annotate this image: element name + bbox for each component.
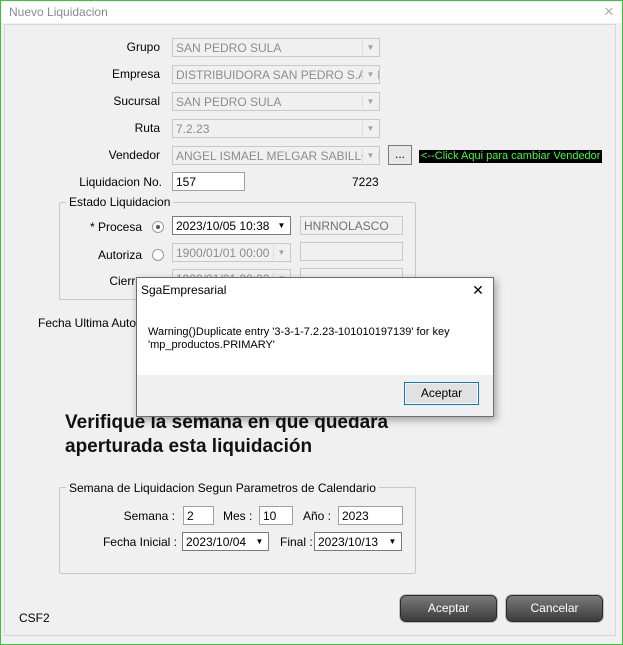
chevron-down-icon: ▼ [362, 121, 378, 136]
anio-label: Año : [303, 509, 332, 523]
procesa-date-value: 2023/10/05 10:38 [176, 219, 270, 233]
mes-field[interactable]: 10 [259, 506, 293, 525]
form-code: CSF2 [19, 611, 50, 625]
autoriza-user[interactable] [300, 242, 403, 261]
dialog-message-line-1: Warning()Duplicate entry '3-3-1-7.2.23-1… [148, 326, 450, 338]
chevron-down-icon: ▼ [362, 40, 378, 55]
sucursal-value: SAN PEDRO SULA [176, 95, 282, 109]
autoriza-date[interactable]: 1900/01/01 00:00 ▼ [172, 243, 291, 262]
chevron-down-icon: ▼ [362, 67, 378, 82]
anio-field[interactable]: 2023 [338, 506, 403, 525]
semana-group-title: Semana de Liquidacion Segun Parametros d… [66, 481, 379, 495]
autoriza-radio[interactable] [152, 249, 164, 261]
cancel-button[interactable]: Cancelar [506, 595, 603, 622]
dialog-message-line-2: 'mp_productos.PRIMARY' [148, 339, 275, 351]
error-dialog: SgaEmpresarial ✕ Warning()Duplicate entr… [136, 277, 494, 417]
final-value: 2023/10/13 [318, 535, 379, 549]
vendedor-browse-button[interactable]: ... [388, 145, 412, 165]
chevron-down-icon: ▼ [362, 148, 378, 163]
grupo-select[interactable]: SAN PEDRO SULA ▼ [172, 38, 380, 57]
procesa-user[interactable]: HNRNOLASCO [300, 216, 403, 235]
procesa-radio[interactable] [152, 221, 164, 233]
grupo-label: Grupo [126, 40, 160, 54]
vendedor-hint[interactable]: <--Click Aqui para cambiar Vendedor [419, 150, 603, 163]
dialog-message: Warning()Duplicate entry '3-3-1-7.2.23-1… [148, 326, 450, 352]
chevron-down-icon: ▼ [384, 534, 400, 549]
semana-group [59, 487, 416, 574]
liquidacion-field[interactable]: 157 [172, 172, 245, 191]
procesa-date[interactable]: 2023/10/05 10:38 ▼ [172, 216, 291, 235]
autoriza-date-value: 1900/01/01 00:00 [176, 246, 270, 260]
empresa-label: Empresa [111, 67, 160, 81]
dialog-close-icon[interactable]: ✕ [467, 280, 489, 300]
vendedor-label: Vendedor [108, 148, 160, 162]
dialog-accept-button[interactable]: Aceptar [404, 382, 479, 405]
fecha-inicial-picker[interactable]: 2023/10/04 ▼ [182, 532, 269, 551]
semana-label: Semana : [123, 509, 175, 523]
liquidacion-number: 7223 [352, 175, 379, 189]
semana-field[interactable]: 2 [183, 506, 214, 525]
dialog-title: SgaEmpresarial [141, 283, 227, 297]
empresa-value: DISTRIBUIDORA SAN PEDRO S.A DE [176, 68, 380, 82]
warning-heading: Verifique la semana en que quedara apert… [65, 411, 388, 459]
fecha-inicial-label: Fecha Inicial : [102, 535, 177, 549]
sucursal-select[interactable]: SAN PEDRO SULA ▼ [172, 92, 380, 111]
accept-button[interactable]: Aceptar [400, 595, 497, 622]
fecha-ultima-label: Fecha Ultima Autoriz [38, 316, 149, 330]
chevron-down-icon: ▼ [273, 245, 289, 260]
chevron-down-icon: ▼ [251, 534, 267, 549]
ruta-label: Ruta [134, 121, 160, 135]
warning-line-2: aperturada esta liquidación [65, 436, 313, 457]
cierre-label: Cierre [109, 274, 142, 288]
ruta-select[interactable]: 7.2.23 ▼ [172, 119, 380, 138]
mes-label: Mes : [223, 509, 253, 523]
fecha-inicial-value: 2023/10/04 [186, 535, 247, 549]
grupo-value: SAN PEDRO SULA [176, 41, 282, 55]
dialog-footer: Aceptar [137, 375, 493, 416]
chevron-down-icon: ▼ [362, 94, 378, 109]
chevron-down-icon: ▼ [273, 218, 289, 233]
ruta-value: 7.2.23 [176, 122, 210, 136]
window-close-icon[interactable]: ✕ [599, 3, 619, 21]
sucursal-label: Sucursal [113, 94, 160, 108]
title-bar[interactable]: Nuevo Liquidacion ✕ [1, 1, 622, 23]
procesa-label: * Procesa [89, 220, 142, 234]
autoriza-label: Autoriza [97, 248, 142, 262]
final-picker[interactable]: 2023/10/13 ▼ [314, 532, 402, 551]
estado-group-title: Estado Liquidacion [66, 195, 174, 209]
empresa-select[interactable]: DISTRIBUIDORA SAN PEDRO S.A DE ▼ [172, 65, 380, 84]
window-title: Nuevo Liquidacion [9, 5, 108, 19]
liquidacion-label: Liquidacion No. [79, 175, 162, 189]
vendedor-value: ANGEL ISMAEL MELGAR SABILLON [176, 149, 380, 163]
final-label: Final : [280, 535, 313, 549]
vendedor-select[interactable]: ANGEL ISMAEL MELGAR SABILLON ▼ [172, 146, 380, 165]
